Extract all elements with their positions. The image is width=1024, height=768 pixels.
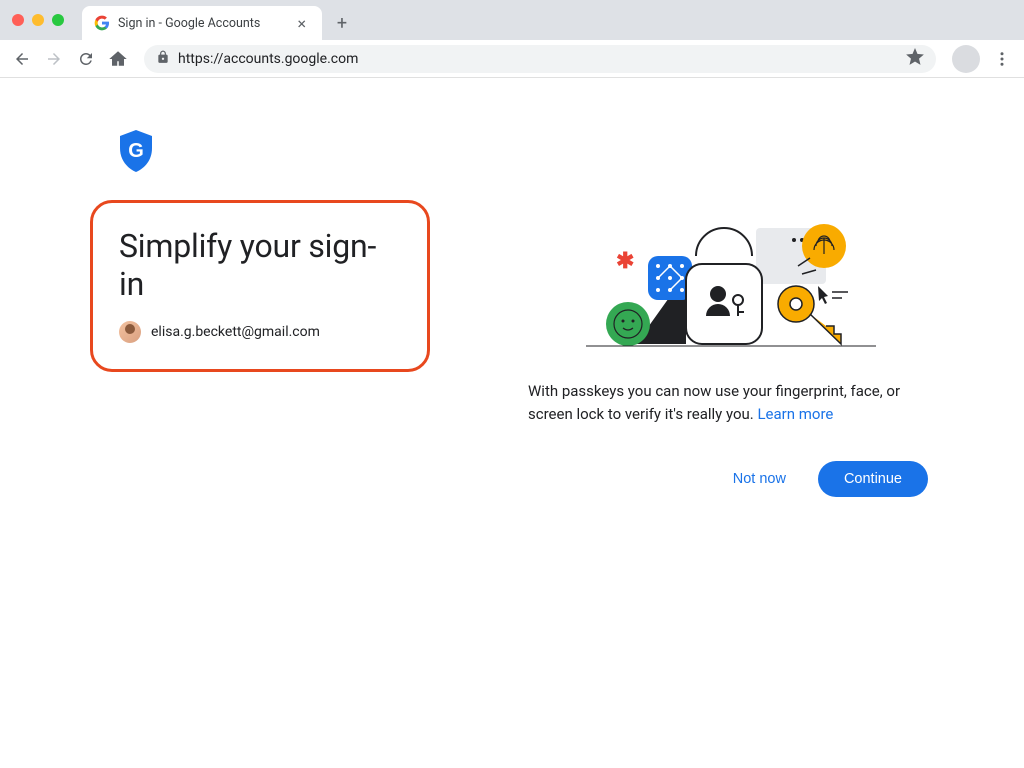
bookmark-star-icon[interactable] — [906, 48, 924, 70]
account-email: elisa.g.beckett@gmail.com — [151, 324, 320, 340]
forward-arrow-icon — [45, 50, 63, 68]
browser-tab-strip: Sign in - Google Accounts × + — [0, 0, 1024, 40]
passkey-illustration: ✱ — [586, 216, 876, 356]
right-panel: ✱ — [470, 200, 934, 497]
learn-more-link[interactable]: Learn more — [757, 405, 833, 423]
account-chip[interactable]: elisa.g.beckett@gmail.com — [119, 321, 401, 343]
passkey-description: With passkeys you can now use your finge… — [528, 380, 928, 425]
lock-icon — [156, 49, 170, 68]
back-arrow-icon — [13, 50, 31, 68]
account-avatar — [119, 321, 141, 343]
page-content: G Simplify your sign-in elisa.g.beckett@… — [0, 78, 1024, 497]
tab-close-icon[interactable]: × — [293, 14, 310, 33]
home-icon — [109, 50, 127, 68]
vertical-dots-icon — [993, 50, 1011, 68]
profile-avatar-button[interactable] — [952, 45, 980, 73]
window-close-button[interactable] — [12, 14, 24, 26]
address-bar[interactable]: https://accounts.google.com — [144, 45, 936, 73]
browser-toolbar: https://accounts.google.com — [0, 40, 1024, 78]
new-tab-button[interactable]: + — [328, 9, 356, 37]
page-headline: Simplify your sign-in — [119, 227, 401, 303]
not-now-button[interactable]: Not now — [717, 461, 802, 497]
google-shield-icon: G — [118, 130, 154, 176]
window-maximize-button[interactable] — [52, 14, 64, 26]
description-text: With passkeys you can now use your finge… — [528, 382, 900, 423]
reload-icon — [77, 50, 95, 68]
home-button[interactable] — [104, 45, 132, 73]
svg-text:✱: ✱ — [616, 249, 634, 274]
reload-button[interactable] — [72, 45, 100, 73]
svg-text:G: G — [128, 140, 144, 162]
url-text: https://accounts.google.com — [178, 51, 898, 67]
browser-tab[interactable]: Sign in - Google Accounts × — [82, 6, 322, 40]
signin-highlight-box: Simplify your sign-in elisa.g.beckett@gm… — [90, 200, 430, 372]
google-favicon — [94, 15, 110, 31]
browser-menu-button[interactable] — [988, 45, 1016, 73]
forward-button[interactable] — [40, 45, 68, 73]
window-controls — [0, 0, 76, 40]
back-button[interactable] — [8, 45, 36, 73]
tab-title: Sign in - Google Accounts — [118, 16, 285, 31]
button-row: Not now Continue — [528, 461, 928, 497]
continue-button[interactable]: Continue — [818, 461, 928, 497]
window-minimize-button[interactable] — [32, 14, 44, 26]
